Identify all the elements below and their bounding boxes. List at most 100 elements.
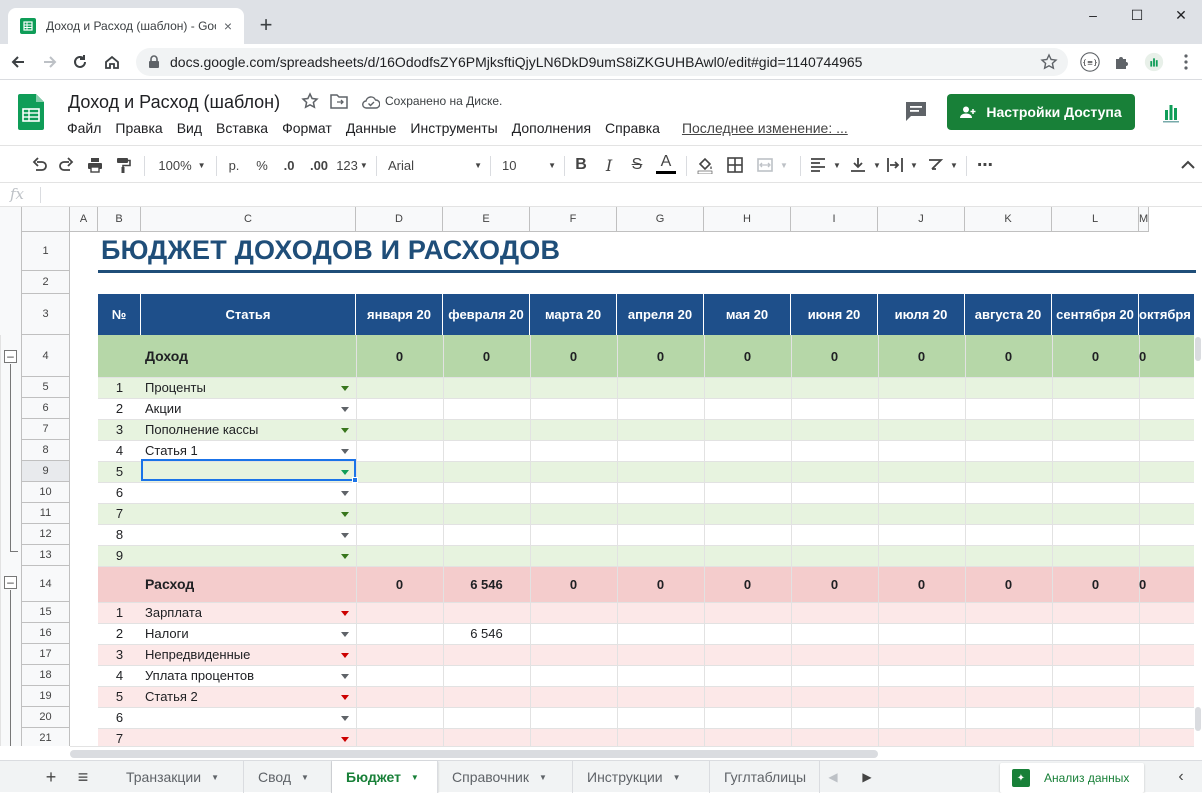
share-button[interactable]: Настройки Доступа — [947, 94, 1135, 130]
row-header-16[interactable]: 16 — [22, 623, 70, 644]
expense-item-num[interactable]: 6 — [98, 707, 141, 728]
expense-total[interactable]: 0 — [530, 566, 617, 602]
merge-cells-icon[interactable]: ▼ — [752, 152, 792, 178]
income-total[interactable]: 0 — [530, 335, 617, 377]
income-item-name[interactable] — [141, 545, 356, 566]
formula-bar[interactable]: fx — [0, 183, 1202, 207]
print-icon[interactable] — [84, 152, 106, 178]
expense-item-feb[interactable] — [443, 644, 530, 665]
expense-item-num[interactable]: 2 — [98, 623, 141, 644]
header-month[interactable]: января 20 — [356, 294, 443, 335]
selected-cell-c9[interactable] — [141, 459, 356, 481]
browser-tab[interactable]: Доход и Расход (шаблон) - Google × — [8, 8, 244, 44]
expense-total[interactable]: 0 — [878, 566, 965, 602]
dropdown-chevron-icon[interactable] — [341, 553, 349, 559]
paint-format-icon[interactable] — [112, 152, 134, 178]
dropdown-chevron-icon[interactable] — [341, 427, 349, 433]
save-status[interactable]: Сохранено на Диске. — [385, 94, 502, 108]
row-header-9[interactable]: 9 — [22, 461, 70, 482]
reload-icon[interactable] — [66, 48, 94, 76]
undo-icon[interactable] — [28, 152, 50, 178]
increase-decimal-button[interactable]: .00 — [306, 152, 332, 178]
income-total[interactable]: 0 — [878, 335, 965, 377]
header-month[interactable]: августа 20 — [965, 294, 1052, 335]
percent-format-button[interactable]: % — [252, 152, 272, 178]
row-header-11[interactable]: 11 — [22, 503, 70, 524]
income-item-num[interactable]: 8 — [98, 524, 141, 545]
expense-item-name[interactable]: Налоги — [141, 623, 356, 644]
zoom-select[interactable]: 100% ▼ — [154, 152, 210, 178]
fill-handle[interactable] — [352, 477, 358, 483]
menu-edit[interactable]: Правка — [108, 118, 169, 138]
row-header-14[interactable]: 14 — [22, 566, 70, 602]
expense-item-num[interactable]: 3 — [98, 644, 141, 665]
strikethrough-button[interactable]: S — [628, 152, 646, 178]
row-header-6[interactable]: 6 — [22, 398, 70, 419]
row-header-18[interactable]: 18 — [22, 665, 70, 686]
dropdown-chevron-icon[interactable] — [341, 736, 349, 742]
income-total[interactable]: 0 — [356, 335, 443, 377]
dropdown-chevron-icon[interactable] — [341, 694, 349, 700]
row-header-15[interactable]: 15 — [22, 602, 70, 623]
header-month[interactable]: февраля 20 — [443, 294, 530, 335]
chevron-down-icon[interactable]: ▼ — [411, 773, 419, 782]
column-header-j[interactable]: J — [878, 207, 965, 232]
column-header-g[interactable]: G — [617, 207, 704, 232]
menu-help[interactable]: Справка — [598, 118, 667, 138]
dropdown-chevron-icon[interactable] — [341, 610, 349, 616]
row-header-8[interactable]: 8 — [22, 440, 70, 461]
move-folder-icon[interactable] — [330, 93, 348, 109]
income-total[interactable]: 0 — [1052, 335, 1139, 377]
more-options-icon[interactable]: ⋯ — [974, 152, 996, 178]
sheet-tab-3[interactable]: Бюджет ▼ — [332, 761, 438, 793]
forward-arrow-icon[interactable] — [36, 48, 64, 76]
scroll-tabs-left-icon[interactable]: ◀ — [822, 767, 844, 787]
header-month[interactable]: июня 20 — [791, 294, 878, 335]
income-total[interactable]: 0 — [443, 335, 530, 377]
cloud-saved-icon[interactable] — [362, 95, 380, 109]
text-wrapping-icon[interactable]: ▼ — [884, 152, 920, 178]
dropdown-chevron-icon[interactable] — [341, 631, 349, 637]
redo-icon[interactable] — [56, 152, 78, 178]
menu-insert[interactable]: Вставка — [209, 118, 275, 138]
expense-item-feb[interactable] — [443, 728, 530, 746]
header-item[interactable]: Статья — [141, 294, 356, 335]
income-total[interactable]: 0 — [1139, 335, 1146, 377]
dropdown-chevron-icon[interactable] — [341, 715, 349, 721]
expense-item-feb[interactable]: 6 546 — [443, 623, 530, 644]
dropdown-chevron-icon[interactable] — [341, 673, 349, 679]
expand-side-panel-icon[interactable]: ‹ — [1170, 767, 1192, 787]
income-item-num[interactable]: 6 — [98, 482, 141, 503]
expense-item-num[interactable]: 7 — [98, 728, 141, 746]
menu-data[interactable]: Данные — [339, 118, 404, 138]
url-omnibox[interactable]: docs.google.com/spreadsheets/d/16OdodfsZ… — [136, 48, 1068, 76]
header-month[interactable]: октября 20 — [1139, 294, 1202, 335]
income-item-num[interactable]: 1 — [98, 377, 141, 398]
expense-item-name[interactable] — [141, 707, 356, 728]
income-item-name[interactable] — [141, 482, 356, 503]
income-label[interactable]: Доход — [141, 335, 356, 377]
currency-format-button[interactable]: р. — [224, 152, 244, 178]
income-item-name[interactable] — [141, 524, 356, 545]
extensions-puzzle-icon[interactable] — [1110, 50, 1134, 74]
collapse-income-group-button[interactable]: – — [4, 350, 17, 363]
income-item-name[interactable]: Статья 1 — [141, 440, 356, 461]
menu-view[interactable]: Вид — [170, 118, 209, 138]
collapse-expense-group-button[interactable]: – — [4, 576, 17, 589]
expense-item-feb[interactable] — [443, 707, 530, 728]
vertical-align-icon[interactable]: ▼ — [848, 152, 882, 178]
new-tab-button[interactable]: + — [252, 12, 280, 40]
income-item-name[interactable]: Акции — [141, 398, 356, 419]
dropdown-chevron-icon[interactable] — [341, 448, 349, 454]
more-formats-button[interactable]: 123 ▼ — [336, 152, 368, 178]
back-arrow-icon[interactable] — [4, 48, 32, 76]
column-header-e[interactable]: E — [443, 207, 530, 232]
comment-history-icon[interactable] — [904, 100, 928, 122]
row-header-20[interactable]: 20 — [22, 707, 70, 728]
income-item-num[interactable]: 3 — [98, 419, 141, 440]
menu-format[interactable]: Формат — [275, 118, 339, 138]
column-header-b[interactable]: B — [98, 207, 141, 232]
expense-item-feb[interactable] — [443, 665, 530, 686]
column-header-f[interactable]: F — [530, 207, 617, 232]
expense-item-name[interactable] — [141, 728, 356, 746]
